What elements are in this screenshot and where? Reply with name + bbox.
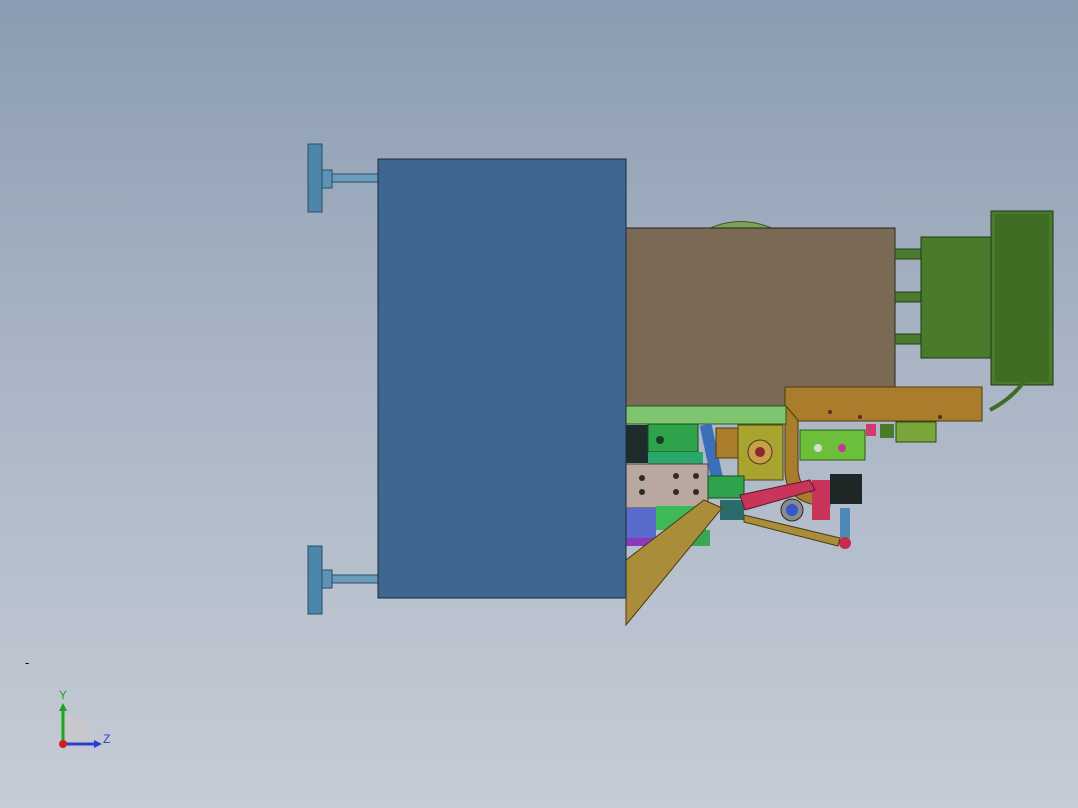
orientation-triad[interactable] [50,695,110,755]
graphics-viewport[interactable]: - Y Z [0,0,1078,808]
triad-y-label: Y [59,688,68,702]
x-axis-point [59,740,67,748]
main-cabinet-block[interactable] [377,158,627,599]
viewport-marker: - [25,655,30,670]
drive-motor[interactable] [920,210,1054,412]
top-mount-handle[interactable] [307,143,379,213]
motor-shafts[interactable] [894,248,923,345]
triad-z-label: Z [103,732,111,746]
cad-model-view[interactable] [0,0,1078,808]
gearbox-housing[interactable] [625,227,896,407]
base-plate[interactable] [625,405,787,425]
bottom-mount-handle[interactable] [307,545,379,615]
